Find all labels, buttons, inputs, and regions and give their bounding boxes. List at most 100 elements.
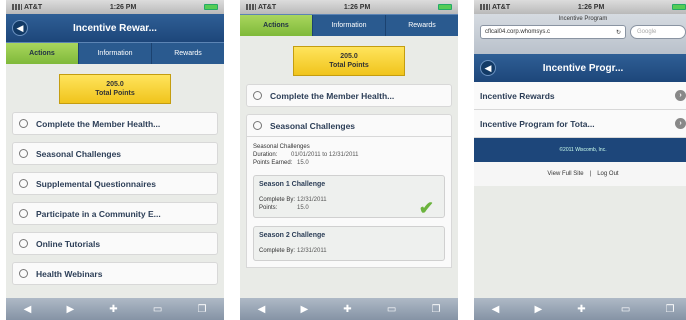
forward-icon[interactable]: ▶ <box>534 304 542 315</box>
complete-by-row: Complete By: 12/31/2011 <box>259 196 439 204</box>
points-label: Total Points <box>329 62 369 69</box>
browser-toolbar: ◀ ▶ ✚ ▭ ❐ <box>240 298 458 320</box>
back-icon[interactable]: ◀ <box>258 304 266 315</box>
list-item-label: Incentive Program for Tota... <box>480 118 595 129</box>
signal-bars-icon <box>246 4 256 10</box>
complete-by-label: Complete By: <box>259 248 296 254</box>
log-out-link[interactable]: Log Out <box>597 171 618 177</box>
browser-page-title: Incentive Program <box>558 16 608 22</box>
signal-bars-icon <box>480 4 490 10</box>
forward-icon[interactable]: ▶ <box>66 304 74 315</box>
status-time: 1:26 PM <box>109 3 137 11</box>
complete-by-value: 12/31/2011 <box>297 197 327 203</box>
radio-icon <box>19 269 28 278</box>
app-header: ◀ Incentive Rewar... <box>6 14 224 42</box>
search-input[interactable]: Google <box>630 25 686 39</box>
add-icon[interactable]: ✚ <box>577 304 585 315</box>
view-full-site-link[interactable]: View Full Site <box>547 171 583 177</box>
points-value: 205.0 <box>340 53 358 60</box>
browser-toolbar: ◀ ▶ ✚ ▭ ❐ <box>474 298 686 320</box>
radio-icon <box>253 121 262 130</box>
radio-icon <box>19 179 28 188</box>
points-earned-value: 15.0 <box>297 160 309 166</box>
duration-label: Duration: <box>253 152 278 158</box>
list-item[interactable]: Supplemental Questionnaires <box>12 172 218 195</box>
url-row: cflcal04.corp.whomsys.c ↻ Google <box>480 25 686 39</box>
url-text: cflcal04.corp.whomsys.c <box>485 29 551 35</box>
bookmarks-icon[interactable]: ▭ <box>621 304 630 315</box>
list-item[interactable]: Online Tutorials <box>12 232 218 255</box>
duration-row: Duration: 01/01/2011 to 12/31/2011 <box>253 151 445 159</box>
tab-bar: Actions Information Rewards <box>6 42 224 64</box>
list-item-label: Seasonal Challenges <box>270 120 356 131</box>
points-earned-label: Points Earned: <box>253 160 293 166</box>
points-value: 15.0 <box>297 205 309 211</box>
carrier-label: AT&T <box>24 3 43 11</box>
list-item-label: Online Tutorials <box>36 238 101 249</box>
complete-by-value: 12/31/2011 <box>297 248 327 254</box>
tab-bar: Actions Information Rewards <box>240 14 458 36</box>
browser-address-bar: Incentive Program cflcal04.corp.whomsys.… <box>474 14 686 54</box>
points-earned-row: Points Earned: 15.0 <box>253 159 445 167</box>
duration-value: 01/01/2011 to 12/31/2011 <box>291 152 359 158</box>
forward-icon[interactable]: ▶ <box>300 304 308 315</box>
reload-icon[interactable]: ↻ <box>616 29 621 36</box>
challenge-title: Season 1 Challenge <box>259 181 326 188</box>
list-item[interactable]: Health Webinars <box>12 262 218 285</box>
list-item-label: Complete the Member Health... <box>36 118 161 129</box>
add-icon[interactable]: ✚ <box>343 304 351 315</box>
list-item[interactable]: Complete the Member Health... <box>12 112 218 135</box>
tab-information[interactable]: Information <box>313 15 386 36</box>
signal-indicator: AT&T <box>12 4 42 11</box>
tab-rewards[interactable]: Rewards <box>386 15 458 36</box>
challenge-card[interactable]: Season 1 Challenge Complete By: 12/31/201… <box>253 175 445 218</box>
list-item-expanded[interactable]: Seasonal Challenges <box>246 114 452 137</box>
list-item[interactable]: Seasonal Challenges <box>12 142 218 165</box>
list-item[interactable]: Participate in a Community E... <box>12 202 218 225</box>
tab-actions[interactable]: Actions <box>6 43 79 64</box>
add-icon[interactable]: ✚ <box>109 304 117 315</box>
total-points-badge: 205.0 Total Points <box>59 74 171 104</box>
actions-list: Complete the Member Health... Seasonal C… <box>6 104 224 285</box>
list-item-label: Seasonal Challenges <box>36 148 122 159</box>
bookmarks-icon[interactable]: ▭ <box>387 304 396 315</box>
pages-icon[interactable]: ❐ <box>665 304 674 315</box>
list-item[interactable]: Incentive Program for Tota... › <box>474 110 686 138</box>
back-icon[interactable]: ◀ <box>24 304 32 315</box>
pages-icon[interactable]: ❐ <box>431 304 440 315</box>
challenge-title: Season 2 Challenge <box>259 232 326 239</box>
screenshot-stage: AT&T 1:26 PM ◀ Incentive Rewar... Action… <box>0 0 686 320</box>
tab-information[interactable]: Information <box>79 43 152 64</box>
url-field[interactable]: cflcal04.corp.whomsys.c ↻ <box>480 25 626 39</box>
status-bar: AT&T 1:26 PM <box>6 0 224 14</box>
bookmarks-icon[interactable]: ▭ <box>153 304 162 315</box>
radio-icon <box>19 209 28 218</box>
tab-rewards[interactable]: Rewards <box>152 43 224 64</box>
phone-seasonal-challenges: AT&T 1:26 PM Actions Information Rewards… <box>240 0 458 320</box>
status-time: 1:26 PM <box>577 3 605 11</box>
separator-icon: | <box>589 171 592 177</box>
status-bar: AT&T 1:26 PM <box>240 0 458 14</box>
list-item[interactable]: Complete the Member Health... <box>246 84 452 107</box>
list-item-label: Health Webinars <box>36 268 103 279</box>
back-icon[interactable]: ◀ <box>492 304 500 315</box>
signal-indicator: AT&T <box>480 4 510 11</box>
challenge-card[interactable]: Season 2 Challenge Complete By: 12/31/201… <box>253 226 445 261</box>
radio-icon <box>19 239 28 248</box>
radio-icon <box>19 119 28 128</box>
back-arrow-icon[interactable]: ◀ <box>12 20 28 36</box>
complete-by-row: Complete By: 12/31/2011 <box>259 247 439 255</box>
page-title: Incentive Rewar... <box>73 22 157 34</box>
footer-links: View Full Site | Log Out <box>474 162 686 186</box>
phone-actions-list: AT&T 1:26 PM ◀ Incentive Rewar... Action… <box>6 0 224 320</box>
list-item[interactable]: Incentive Rewards › <box>474 82 686 110</box>
tab-actions[interactable]: Actions <box>240 15 313 36</box>
status-time: 1:26 PM <box>343 3 371 11</box>
total-points-badge: 205.0 Total Points <box>293 46 405 76</box>
back-arrow-icon[interactable]: ◀ <box>480 60 496 76</box>
battery-icon <box>438 4 452 10</box>
points-label: Points: <box>259 205 278 211</box>
pages-icon[interactable]: ❐ <box>197 304 206 315</box>
signal-bars-icon <box>12 4 22 10</box>
app-header: ◀ Incentive Progr... <box>474 54 686 82</box>
